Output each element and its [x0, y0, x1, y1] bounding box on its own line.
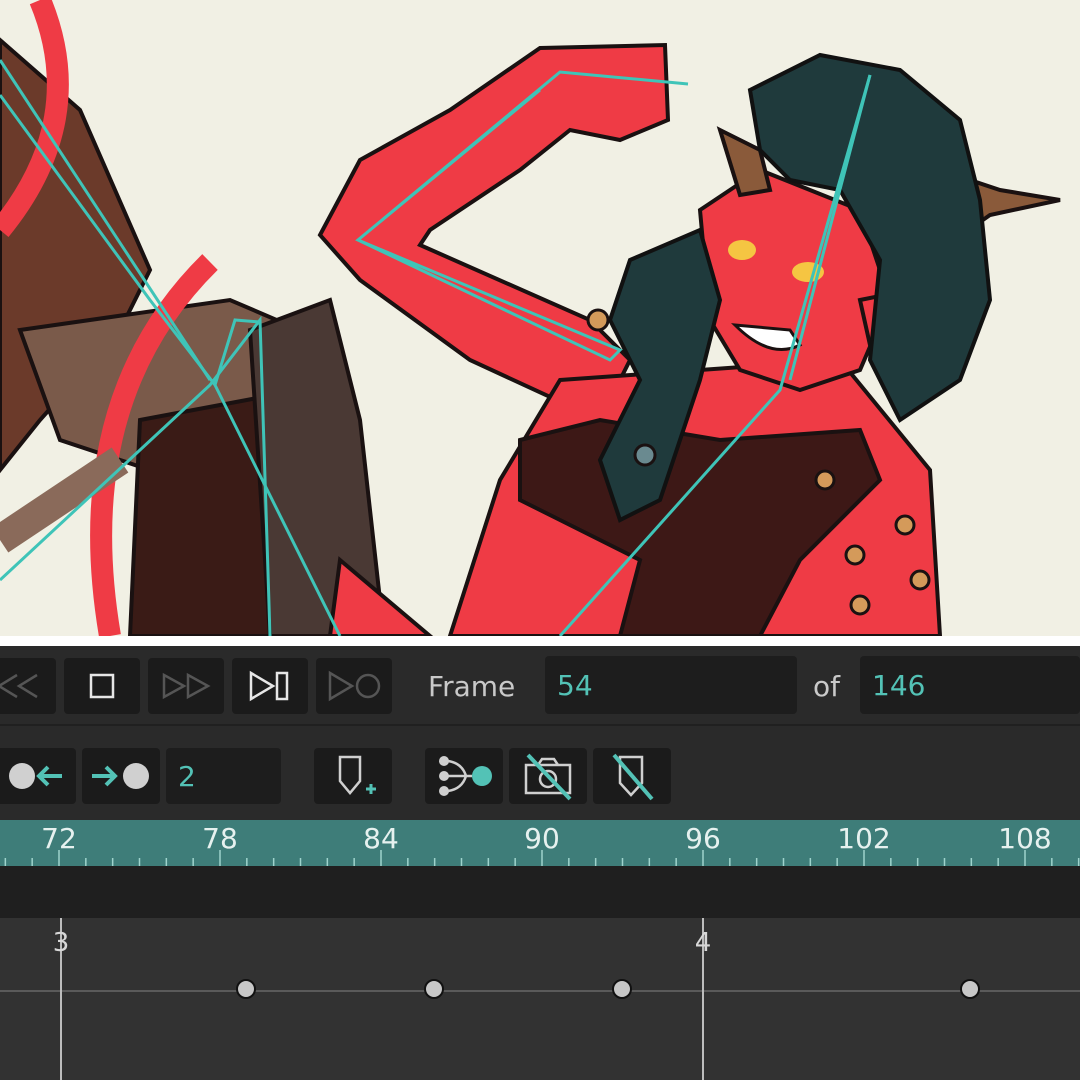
marker-label-4: 4 — [694, 928, 712, 958]
ruler-tick-108: 108 — [998, 822, 1052, 855]
current-frame-input[interactable]: 54 — [545, 656, 797, 714]
timeline-ruler[interactable]: 72 78 84 90 96 102 108 — [0, 820, 1080, 866]
ruler-tick-78: 78 — [202, 822, 238, 855]
keyframe-toolbar: 2 — [0, 724, 1080, 822]
prev-keyframe-button[interactable] — [0, 748, 76, 804]
transport-toolbar: Frame 54 of 146 — [0, 646, 1080, 724]
step-to-end-button[interactable] — [232, 658, 308, 714]
total-frames-input[interactable]: 146 — [860, 656, 1080, 714]
of-label: of — [813, 670, 840, 703]
keyframe-dot[interactable] — [424, 979, 444, 999]
keyframe-dot[interactable] — [612, 979, 632, 999]
keyframe-dot[interactable] — [236, 979, 256, 999]
ruler-tick-84: 84 — [363, 822, 399, 855]
animation-canvas[interactable] — [0, 0, 1080, 636]
camera-off-button[interactable] — [509, 748, 587, 804]
stop-icon — [89, 673, 115, 699]
stop-button[interactable] — [64, 658, 140, 714]
rewind-button[interactable] — [0, 658, 56, 714]
ruler-tick-90: 90 — [524, 822, 560, 855]
fast-forward-button[interactable] — [148, 658, 224, 714]
keyframe-track[interactable]: 3 4 — [0, 918, 1080, 1080]
ruler-tick-96: 96 — [685, 822, 721, 855]
next-keyframe-button[interactable] — [82, 748, 160, 804]
step-to-keyframe-icon — [328, 670, 381, 702]
next-keyframe-icon — [92, 763, 149, 789]
ruler-tick-102: 102 — [837, 822, 891, 855]
canvas-divider — [0, 636, 1080, 646]
prev-keyframe-icon — [9, 763, 62, 789]
add-keyframe-button[interactable] — [314, 748, 392, 804]
frame-label: Frame — [428, 670, 516, 703]
fast-forward-icon — [162, 672, 211, 700]
keyframe-off-button[interactable] — [593, 748, 671, 804]
bone-tree-icon — [439, 756, 492, 796]
rewind-icon — [0, 673, 38, 699]
timeline-spacer — [0, 866, 1080, 918]
track-line — [0, 990, 1080, 992]
keyframe-off-icon — [612, 753, 654, 801]
keyframe-step-input[interactable]: 2 — [166, 748, 281, 804]
right-character — [317, 42, 1061, 636]
bone-tree-button[interactable] — [425, 748, 503, 804]
marker-label-3: 3 — [52, 928, 70, 958]
left-figure — [0, 0, 434, 636]
ruler-tick-72: 72 — [41, 822, 77, 855]
step-to-end-icon — [249, 670, 289, 702]
camera-off-icon — [524, 753, 572, 801]
keyframe-dot[interactable] — [960, 979, 980, 999]
add-keyframe-icon — [338, 755, 376, 795]
step-to-keyframe-button[interactable] — [316, 658, 392, 714]
character-artwork — [0, 0, 1061, 636]
